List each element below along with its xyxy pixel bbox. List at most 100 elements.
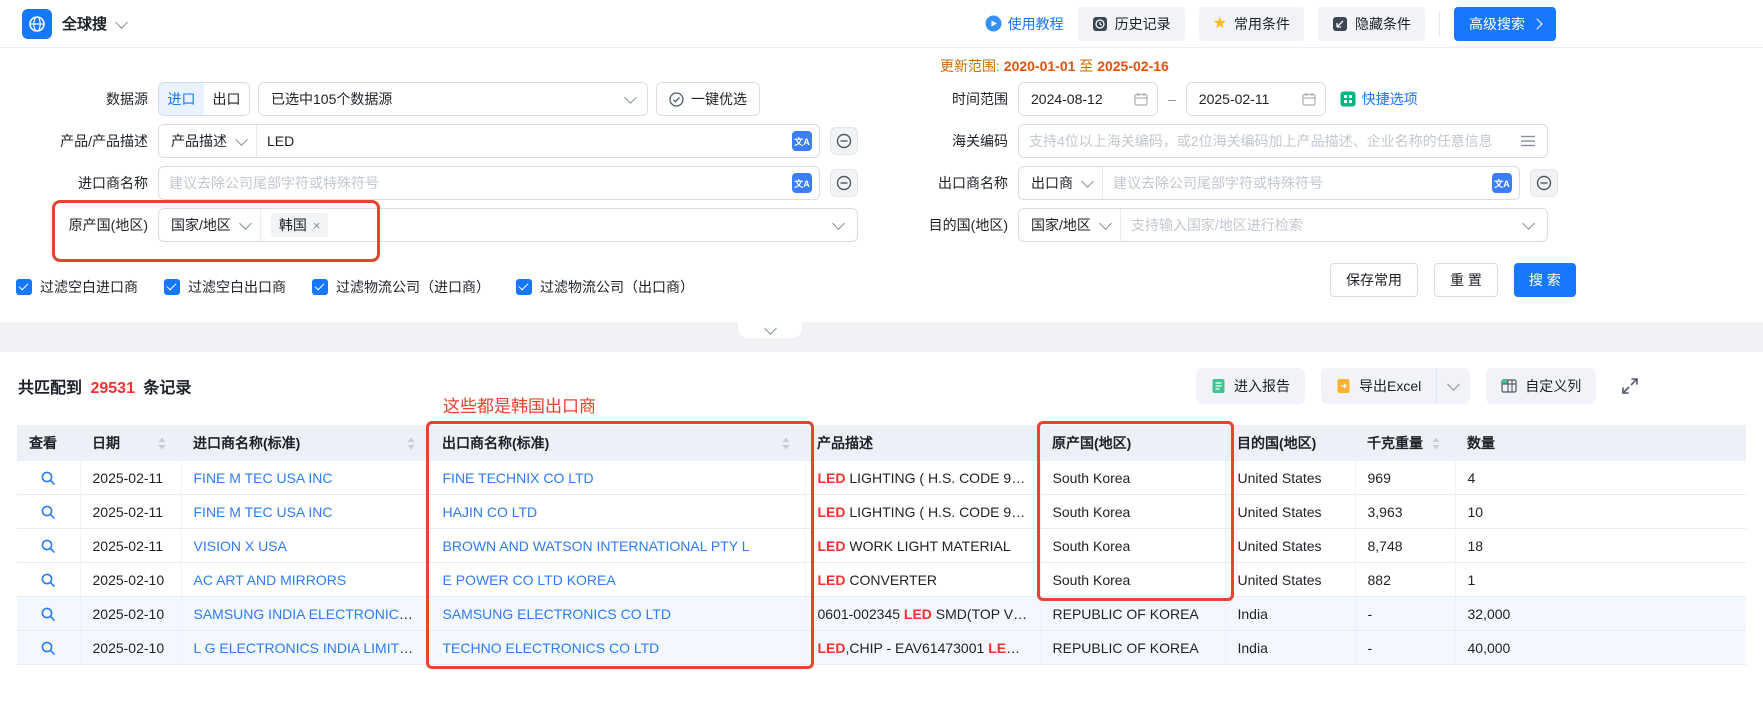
destination-field[interactable] (1121, 217, 1524, 233)
origin-type-select[interactable]: 国家/地区 (159, 209, 261, 241)
customize-columns-button[interactable]: 自定义列 (1486, 368, 1596, 404)
cell-importer-link[interactable]: L G ELECTRONICS INDIA LIMITED (181, 631, 430, 665)
column-header-3[interactable]: 出口商名称(标准) (430, 425, 805, 461)
checkbox-checked-icon[interactable] (16, 279, 32, 295)
exporter-type-value: 出口商 (1031, 173, 1073, 193)
hs-code-field[interactable] (1019, 133, 1520, 149)
view-details-button[interactable] (17, 495, 80, 529)
exclude-icon[interactable] (830, 127, 858, 155)
cell-exporter-link[interactable]: TECHNO ELECTRONICS CO LTD (430, 631, 805, 665)
cell-importer-link-text[interactable]: FINE M TEC USA INC (194, 470, 333, 486)
view-details-button[interactable] (17, 597, 80, 631)
export-tab[interactable]: 出口 (204, 83, 249, 115)
export-excel-button[interactable]: 导出Excel (1321, 368, 1436, 404)
importer-field[interactable] (159, 175, 792, 191)
sort-toggle[interactable] (781, 436, 791, 451)
end-date-field[interactable] (1187, 91, 1302, 107)
filter-checkbox-3[interactable]: 过滤物流公司（出口商） (516, 277, 694, 297)
cell-exporter-link-text[interactable]: FINE TECHNIX CO LTD (443, 470, 594, 486)
cell-exporter-link-text[interactable]: TECHNO ELECTRONICS CO LTD (443, 640, 660, 656)
filter-checkbox-1[interactable]: 过滤空白出口商 (164, 277, 286, 297)
keyword-highlight: LED (988, 640, 1020, 656)
import-tab[interactable]: 进口 (159, 83, 204, 115)
tutorial-link[interactable]: 使用教程 (985, 14, 1064, 34)
app-name[interactable]: 全球搜 (62, 13, 107, 34)
quick-options-link[interactable]: 快捷选项 (1340, 89, 1418, 109)
annotation-text: 这些都是韩国出口商 (443, 392, 596, 417)
cell-date-text: 2025-02-10 (93, 640, 165, 656)
column-header-2[interactable]: 进口商名称(标准) (181, 425, 430, 461)
end-date-input[interactable] (1186, 82, 1326, 116)
cell-importer-link[interactable]: FINE M TEC USA INC (181, 495, 430, 529)
cell-importer-link-text[interactable]: VISION X USA (194, 538, 287, 554)
cell-exporter-link[interactable]: FINE TECHNIX CO LTD (430, 461, 805, 495)
column-header-label: 日期 (92, 433, 120, 453)
cell-importer-link-text[interactable]: SAMSUNG INDIA ELECTRONICS P... (194, 606, 431, 622)
product-type-select[interactable]: 产品描述 (159, 125, 257, 157)
table-row: 2025-02-11FINE M TEC USA INCFINE TECHNIX… (17, 461, 1746, 495)
cell-exporter-link-text[interactable]: SAMSUNG ELECTRONICS CO LTD (443, 606, 671, 622)
hide-conditions-button[interactable]: 隐藏条件 (1318, 7, 1425, 41)
cell-date-text: 2025-02-11 (93, 504, 164, 520)
translate-icon[interactable]: 文A (1492, 173, 1512, 193)
collapse-panel-tab[interactable] (738, 322, 802, 338)
cell-exporter-link-text[interactable]: BROWN AND WATSON INTERNATIONAL PTY L (443, 538, 750, 554)
cell-exporter-link-text[interactable]: E POWER CO LTD KOREA (443, 572, 616, 588)
checkbox-checked-icon[interactable] (164, 279, 180, 295)
cell-importer-link[interactable]: SAMSUNG INDIA ELECTRONICS P... (181, 597, 430, 631)
data-source-select[interactable]: 已选中105个数据源 (258, 82, 648, 116)
sort-toggle[interactable] (406, 436, 416, 451)
cell-importer-link[interactable]: AC ART AND MIRRORS (181, 563, 430, 597)
translate-icon[interactable]: 文A (792, 131, 812, 151)
cell-exporter-link[interactable]: SAMSUNG ELECTRONICS CO LTD (430, 597, 805, 631)
reset-button[interactable]: 重 置 (1434, 263, 1498, 297)
one-click-select-button[interactable]: 一键优选 (656, 82, 760, 116)
export-options-caret[interactable] (1436, 368, 1470, 404)
cell-origin-country: South Korea (1040, 563, 1225, 597)
chevron-down-icon[interactable] (115, 16, 128, 29)
cell-importer-link-text[interactable]: FINE M TEC USA INC (194, 504, 333, 520)
start-date-field[interactable] (1019, 91, 1134, 107)
cell-importer-link-text[interactable]: L G ELECTRONICS INDIA LIMITED (194, 640, 419, 656)
cell-exporter-link[interactable]: BROWN AND WATSON INTERNATIONAL PTY L (430, 529, 805, 563)
checkbox-checked-icon[interactable] (312, 279, 328, 295)
exclude-icon[interactable] (830, 169, 858, 197)
column-header-1[interactable]: 日期 (80, 425, 181, 461)
cell-exporter-link-text[interactable]: HAJIN CO LTD (443, 504, 538, 520)
filter-checkbox-0[interactable]: 过滤空白进口商 (16, 277, 138, 297)
save-favorite-button[interactable]: 保存常用 (1330, 263, 1418, 297)
product-keyword-field[interactable] (257, 133, 792, 149)
translate-icon[interactable]: 文A (792, 173, 812, 193)
close-icon[interactable]: × (313, 218, 321, 233)
country-tag-korea[interactable]: 韩国 × (271, 213, 329, 237)
filter-checkbox-2[interactable]: 过滤物流公司（进口商） (312, 277, 490, 297)
chevron-down-icon (764, 322, 777, 335)
view-details-button[interactable] (17, 631, 80, 665)
advanced-search-button[interactable]: 高级搜索 (1454, 7, 1556, 41)
start-date-input[interactable] (1018, 82, 1158, 116)
cell-importer-link[interactable]: VISION X USA (181, 529, 430, 563)
view-details-button[interactable] (17, 529, 80, 563)
exclude-icon[interactable] (1530, 169, 1558, 197)
favorite-conditions-button[interactable]: ★ 常用条件 (1199, 7, 1304, 41)
export-label: 导出Excel (1359, 376, 1421, 396)
cell-importer-link[interactable]: FINE M TEC USA INC (181, 461, 430, 495)
exporter-type-select[interactable]: 出口商 (1019, 167, 1103, 199)
list-icon[interactable] (1520, 134, 1536, 148)
enter-report-button[interactable]: 进入报告 (1196, 368, 1305, 404)
search-button[interactable]: 搜 索 (1514, 263, 1576, 297)
sort-toggle[interactable] (157, 436, 167, 451)
exporter-field[interactable] (1103, 175, 1492, 191)
history-button[interactable]: 历史记录 (1078, 7, 1185, 41)
cell-exporter-link[interactable]: E POWER CO LTD KOREA (430, 563, 805, 597)
view-details-button[interactable] (17, 461, 80, 495)
destination-type-select[interactable]: 国家/地区 (1019, 209, 1121, 241)
sort-toggle[interactable] (1431, 436, 1441, 451)
fullscreen-icon[interactable] (1618, 374, 1642, 398)
column-header-7[interactable]: 千克重量 (1355, 425, 1455, 461)
checkbox-checked-icon[interactable] (516, 279, 532, 295)
cell-importer-link-text[interactable]: AC ART AND MIRRORS (194, 572, 347, 588)
cell-exporter-link[interactable]: HAJIN CO LTD (430, 495, 805, 529)
shortcut-icon (1340, 91, 1356, 107)
view-details-button[interactable] (17, 563, 80, 597)
